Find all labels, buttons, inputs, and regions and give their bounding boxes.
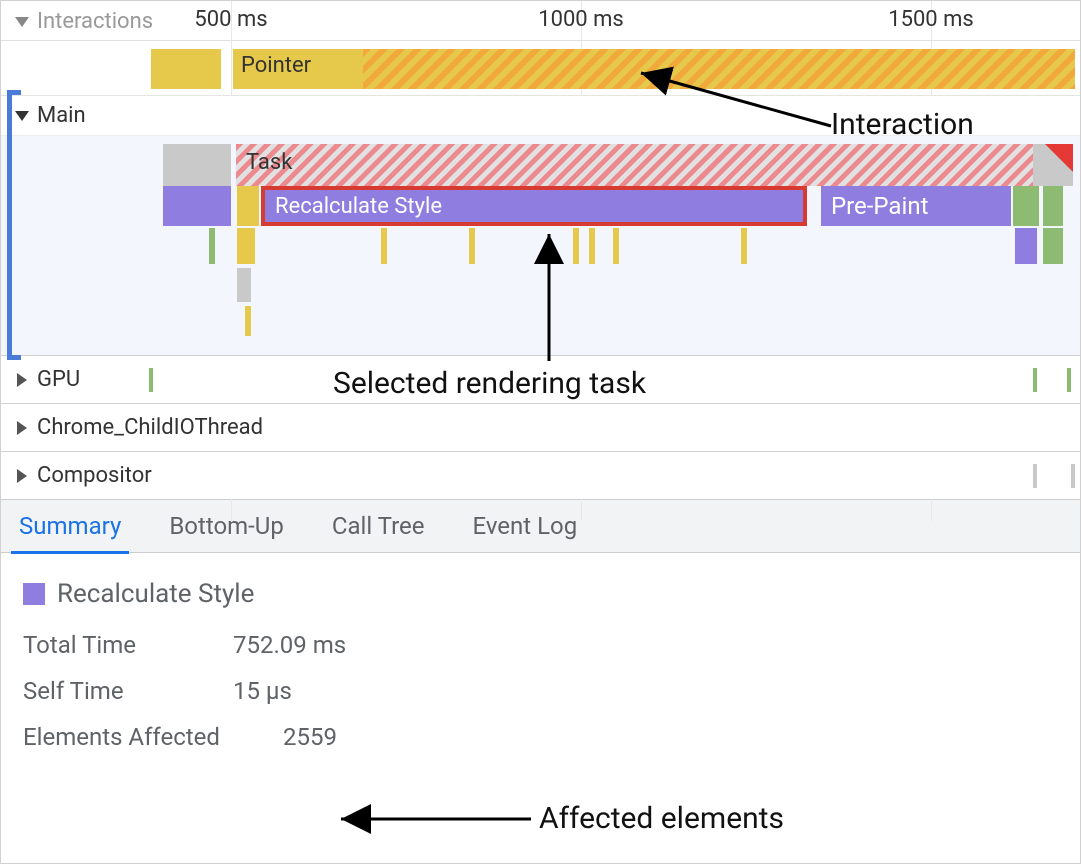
recalculate-style-bar[interactable]: Recalculate Style <box>261 186 807 226</box>
gpu-event[interactable] <box>149 368 153 392</box>
script-block[interactable] <box>237 186 259 226</box>
interactions-track[interactable]: Interactions 500 ms 1000 ms 1500 ms Poin… <box>1 1 1080 95</box>
main-track-label: Main <box>37 103 86 128</box>
compositor-event[interactable] <box>1033 464 1037 488</box>
elements-affected-label: Elements Affected <box>23 723 283 751</box>
gc-sub[interactable] <box>237 268 251 302</box>
tab-bottom-up[interactable]: Bottom-Up <box>169 499 284 553</box>
task-stub[interactable] <box>163 144 231 186</box>
total-time-label: Total Time <box>23 631 233 659</box>
gpu-track[interactable]: GPU <box>1 355 1080 403</box>
gpu-event[interactable] <box>1067 368 1071 392</box>
long-task-warning-icon <box>1045 144 1073 172</box>
details-tabs: Summary Bottom-Up Call Tree Event Log <box>1 499 1080 553</box>
chevron-right-icon[interactable] <box>17 469 27 483</box>
paint-block[interactable] <box>1013 186 1039 226</box>
main-track[interactable]: Main Task Recalculate Style Pre-Paint <box>1 95 1080 355</box>
tick <box>381 228 387 264</box>
micro-green[interactable] <box>209 228 215 264</box>
chevron-right-icon[interactable] <box>17 373 27 387</box>
tab-summary[interactable]: Summary <box>19 499 121 553</box>
main-track-header[interactable]: Main <box>1 96 1080 136</box>
tick <box>245 306 251 336</box>
interactions-track-label: Interactions <box>37 9 153 34</box>
script-sub[interactable] <box>237 228 255 264</box>
summary-pane: Recalculate Style Total Time 752.09 ms S… <box>1 553 1080 795</box>
tab-call-tree[interactable]: Call Tree <box>332 499 425 553</box>
gpu-event[interactable] <box>1033 368 1037 392</box>
pre-paint-bar[interactable]: Pre-Paint <box>821 186 1011 226</box>
tick <box>741 228 747 264</box>
style-stub[interactable] <box>163 186 231 226</box>
gpu-track-label: GPU <box>37 367 80 392</box>
compositor-track-label: Compositor <box>37 463 152 488</box>
devtools-performance-panel: Interactions 500 ms 1000 ms 1500 ms Poin… <box>0 0 1081 864</box>
childio-track[interactable]: Chrome_ChildIOThread <box>1 403 1080 451</box>
chevron-right-icon[interactable] <box>17 421 27 435</box>
ruler-tick-500: 500 ms <box>194 7 267 32</box>
pointer-interaction-bar[interactable]: Pointer <box>233 49 363 89</box>
childio-track-label: Chrome_ChildIOThread <box>37 415 263 440</box>
tick <box>613 228 619 264</box>
task-bar[interactable]: Task <box>236 144 1036 186</box>
timeline-ruler[interactable]: Interactions 500 ms 1000 ms 1500 ms <box>1 1 1080 41</box>
chevron-down-icon[interactable] <box>15 111 29 121</box>
paint-block-2[interactable] <box>1043 186 1063 226</box>
elements-affected-value: 2559 <box>283 723 337 751</box>
event-color-swatch <box>23 583 45 605</box>
compositor-track[interactable]: Compositor <box>1 451 1080 499</box>
ruler-tick-1000: 1000 ms <box>538 7 624 32</box>
tab-event-log[interactable]: Event Log <box>472 499 577 553</box>
annotation-affected-elements: Affected elements <box>539 801 784 836</box>
layout-sub[interactable] <box>1015 228 1037 264</box>
chevron-down-icon[interactable] <box>15 17 29 27</box>
self-time-value: 15 µs <box>233 677 292 705</box>
interaction-stub[interactable] <box>151 49 221 89</box>
tick <box>589 228 595 264</box>
paint-sub[interactable] <box>1043 228 1063 264</box>
total-time-value: 752.09 ms <box>233 631 346 659</box>
tick <box>573 228 579 264</box>
self-time-label: Self Time <box>23 677 233 705</box>
pointer-interaction-stripe[interactable] <box>363 49 1075 89</box>
summary-event-name: Recalculate Style <box>57 579 254 609</box>
interactions-row: Pointer <box>1 49 1080 89</box>
tick <box>469 228 475 264</box>
compositor-event[interactable] <box>1071 464 1075 488</box>
ruler-tick-1500: 1500 ms <box>888 7 974 32</box>
selection-bracket <box>7 90 12 360</box>
